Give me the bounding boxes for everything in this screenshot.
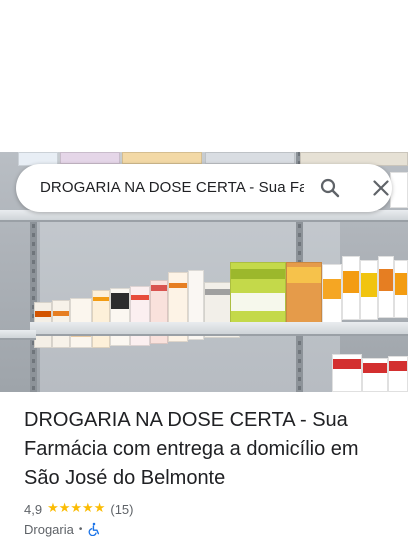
search-bar[interactable]: DROGARIA NA DOSE CERTA - Sua Fa	[16, 164, 392, 212]
star-icon: ★	[47, 501, 59, 516]
review-count[interactable]: (15)	[110, 502, 133, 517]
product-bottle	[342, 256, 360, 320]
product-box	[205, 152, 295, 164]
category-row: Drogaria •	[24, 520, 101, 538]
star-icon: ★	[93, 501, 106, 516]
middle-shelf	[30, 322, 408, 336]
product-box	[332, 354, 362, 392]
rating-row[interactable]: 4,9 ★ ★ ★ ★ ★ (15)	[24, 500, 133, 518]
star-icon: ★	[70, 501, 83, 516]
separator-dot: •	[78, 523, 83, 535]
close-icon[interactable]	[369, 176, 393, 200]
product-bottle	[322, 264, 342, 326]
search-icon[interactable]	[318, 176, 342, 200]
rating-value: 4,9	[24, 501, 43, 517]
product-box	[122, 152, 202, 164]
star-icon: ★	[58, 501, 71, 516]
place-title: DROGARIA NA DOSE CERTA - Sua Farmácia co…	[24, 409, 359, 489]
left-shelf	[0, 330, 36, 340]
product-box	[130, 286, 150, 346]
product-box	[92, 290, 110, 348]
product-box	[110, 288, 130, 346]
star-rating: ★ ★ ★ ★ ★	[47, 502, 105, 516]
wheelchair-accessible-icon	[87, 522, 101, 537]
product-box	[60, 152, 120, 164]
product-bottle	[378, 256, 394, 318]
product-bottle	[394, 260, 408, 318]
place-category: Drogaria	[24, 521, 74, 537]
star-icon: ★	[82, 501, 94, 516]
map-blank-area	[0, 0, 408, 152]
product-bottle	[360, 260, 378, 320]
product-box	[362, 358, 388, 392]
product-box	[230, 262, 286, 328]
product-box	[286, 262, 322, 326]
product-box	[388, 356, 408, 392]
search-input[interactable]: DROGARIA NA DOSE CERTA - Sua Fa	[40, 179, 304, 196]
